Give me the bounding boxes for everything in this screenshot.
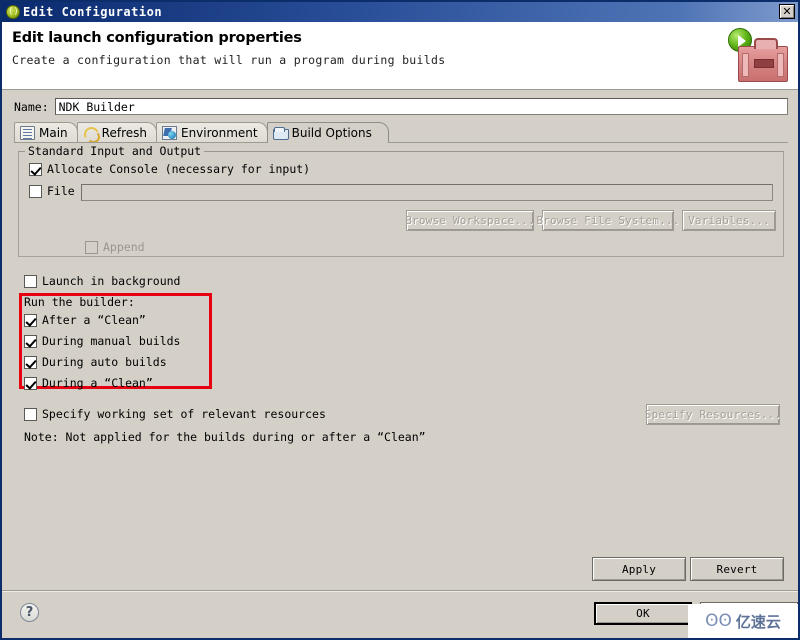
launch-in-background-label: Launch in background [42, 274, 181, 288]
tab-main-label: Main [39, 126, 68, 140]
tab-refresh-label: Refresh [101, 126, 147, 140]
run-manual-builds-row[interactable]: During manual builds [24, 334, 180, 348]
tab-build-options-label: Build Options [291, 126, 372, 140]
footer-apply-revert: Apply Revert [2, 546, 798, 590]
toolbox-icon [738, 38, 788, 82]
run-after-clean-row[interactable]: After a “Clean” [24, 313, 146, 327]
allocate-console-row[interactable]: Allocate Console (necessary for input) [29, 162, 310, 176]
run-builder-label: Run the builder: [24, 295, 135, 309]
edit-configuration-dialog: Edit Configuration ✕ Edit launch configu… [0, 0, 800, 640]
run-manual-builds-label: During manual builds [42, 334, 181, 348]
allocate-console-label: Allocate Console (necessary for input) [47, 162, 311, 176]
toolbox-left-panel [742, 53, 749, 77]
tab-main[interactable]: Main [14, 122, 78, 143]
refresh-arrows-icon [83, 126, 100, 143]
revert-button[interactable]: Revert [690, 557, 784, 581]
tab-environment-label: Environment [180, 126, 258, 140]
file-label: File [47, 184, 75, 198]
run-auto-builds-row[interactable]: During auto builds [24, 355, 167, 369]
tab-strip: Main Refresh Environment Build Options [14, 121, 788, 144]
name-row: Name: [14, 98, 788, 115]
title-bar: Edit Configuration ✕ [2, 2, 798, 22]
apply-button[interactable]: Apply [592, 557, 686, 581]
browse-file-system-button: Browse File System... [536, 210, 679, 231]
standard-io-group: Standard Input and Output Allocate Conso… [18, 144, 784, 257]
run-auto-builds-checkbox[interactable] [24, 355, 37, 369]
run-after-clean-checkbox[interactable] [24, 313, 37, 327]
header-graphic [720, 24, 790, 88]
run-after-clean-label: After a “Clean” [42, 313, 146, 327]
dialog-body: Name: Main Refresh Environment Build Opt… [2, 90, 798, 638]
watermark: ʘʘ 亿速云 [688, 604, 798, 638]
specify-working-set-label: Specify working set of relevant resource… [42, 407, 326, 421]
window-title: Edit Configuration [23, 5, 163, 19]
standard-io-legend: Standard Input and Output [25, 144, 205, 158]
run-during-clean-label: During a “Clean” [42, 376, 153, 390]
allocate-console-checkbox[interactable] [29, 162, 42, 176]
append-label: Append [103, 240, 145, 254]
page-subtitle: Create a configuration that will run a p… [12, 53, 446, 67]
specify-working-set-checkbox[interactable] [24, 407, 37, 421]
file-path-input[interactable] [81, 184, 773, 201]
tab-refresh[interactable]: Refresh [76, 122, 157, 143]
append-checkbox [85, 240, 98, 254]
run-during-clean-row[interactable]: During a “Clean” [24, 376, 153, 390]
variables-button: Variables... [682, 210, 776, 231]
append-row: Append [85, 240, 145, 254]
toolbox-latch [754, 59, 774, 68]
launch-in-background-checkbox[interactable] [24, 274, 37, 288]
green-circle-icon [6, 5, 20, 19]
browse-workspace-button: Browse Workspace... [405, 210, 535, 231]
specify-resources-button: Specify Resources... [645, 404, 781, 425]
environment-icon [161, 126, 177, 140]
run-during-clean-checkbox[interactable] [24, 376, 37, 390]
file-checkbox-row[interactable]: File [29, 184, 75, 198]
tab-environment[interactable]: Environment [155, 122, 268, 143]
specify-working-set-row[interactable]: Specify working set of relevant resource… [24, 407, 326, 421]
footer-ok-cancel: ? OK Cancel ʘʘ 亿速云 [2, 590, 798, 638]
ok-button[interactable]: OK [594, 602, 692, 625]
run-auto-builds-label: During auto builds [42, 355, 167, 369]
help-icon[interactable]: ? [20, 603, 39, 622]
dialog-header: Edit launch configuration properties Cre… [2, 22, 798, 90]
name-input[interactable] [54, 98, 788, 115]
toolbox-right-panel [777, 53, 784, 77]
build-options-panel: Standard Input and Output Allocate Conso… [14, 143, 788, 546]
page-title: Edit launch configuration properties [12, 30, 302, 46]
working-set-note: Note: Not applied for the builds during … [24, 430, 426, 444]
watermark-text: 亿速云 [735, 612, 781, 631]
name-label: Name: [14, 99, 49, 114]
close-icon[interactable]: ✕ [779, 4, 795, 19]
document-icon [20, 126, 35, 140]
file-checkbox[interactable] [29, 184, 42, 198]
tab-build-options[interactable]: Build Options [266, 122, 389, 144]
cloud-icon: ʘʘ [705, 611, 732, 631]
open-folder-icon [272, 126, 289, 140]
run-manual-builds-checkbox[interactable] [24, 334, 37, 348]
launch-in-background-row[interactable]: Launch in background [24, 274, 180, 288]
